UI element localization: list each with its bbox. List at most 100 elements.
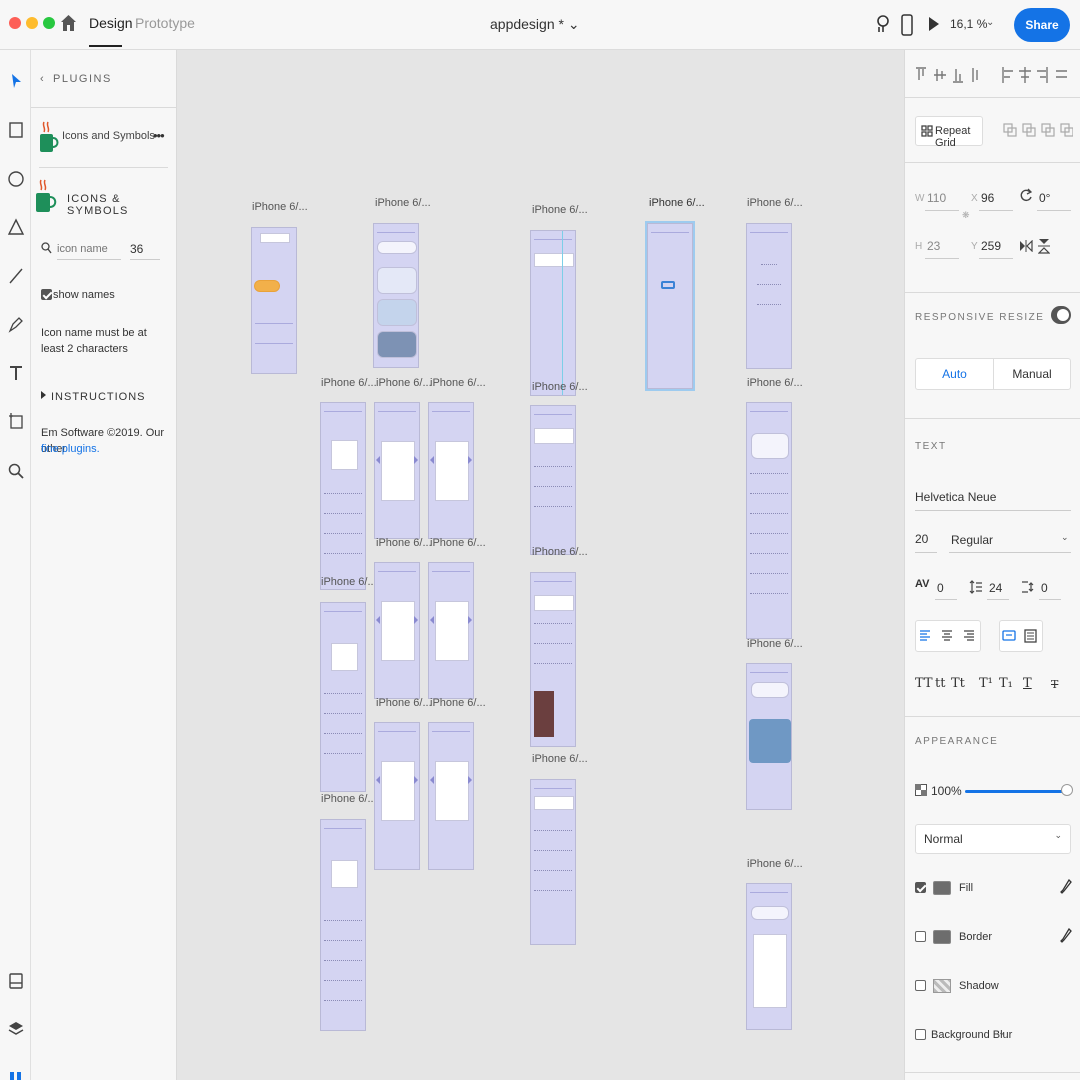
artboard[interactable] xyxy=(530,405,576,555)
artboard-label-selected[interactable]: iPhone 6/... xyxy=(649,197,705,209)
artboard-label[interactable]: iPhone 6/... xyxy=(532,381,588,393)
responsive-resize-toggle[interactable] xyxy=(1051,306,1071,324)
align-vertical-icons[interactable] xyxy=(915,66,985,84)
share-button[interactable]: Share xyxy=(1014,8,1070,42)
text-frame-icons[interactable] xyxy=(1002,629,1040,643)
artboard-label[interactable]: iPhone 6/... xyxy=(376,537,432,549)
width-field[interactable]: 110 xyxy=(927,191,946,205)
device-preview-icon[interactable] xyxy=(901,14,913,36)
artboard[interactable] xyxy=(320,402,366,590)
artboard[interactable] xyxy=(428,722,474,870)
text-align-icons[interactable] xyxy=(920,630,978,642)
font-weight-dropdown[interactable]: Regular xyxy=(951,533,993,547)
artboard-label[interactable]: iPhone 6/... xyxy=(430,377,486,389)
pen-tool-icon[interactable] xyxy=(7,315,25,333)
artboard[interactable] xyxy=(428,562,474,699)
artboard[interactable] xyxy=(374,722,420,870)
home-icon[interactable] xyxy=(60,14,77,32)
border-checkbox[interactable] xyxy=(915,931,926,942)
artboard[interactable] xyxy=(251,227,297,374)
artboard-label[interactable]: iPhone 6/... xyxy=(532,546,588,558)
artboard-label[interactable]: iPhone 6/... xyxy=(747,858,803,870)
fill-color-swatch[interactable] xyxy=(933,881,951,895)
opacity-slider-knob[interactable] xyxy=(1061,784,1073,796)
play-icon[interactable] xyxy=(928,16,940,32)
artboard-tool-icon[interactable] xyxy=(7,412,25,430)
rotation-field[interactable]: 0° xyxy=(1039,191,1050,205)
zoom-dropdown[interactable]: 16,1 % xyxy=(950,17,987,31)
ellipse-tool-icon[interactable] xyxy=(7,170,25,188)
eyedropper-icon[interactable] xyxy=(1060,879,1072,895)
auto-option[interactable]: Auto xyxy=(916,359,994,389)
artboard-label[interactable]: iPhone 6/... xyxy=(376,377,432,389)
chevron-down-icon[interactable]: ⌄ xyxy=(998,1027,1006,1038)
eyedropper-icon[interactable] xyxy=(1060,928,1072,944)
zoom-tool-icon[interactable] xyxy=(7,462,25,480)
artboard-label[interactable]: iPhone 6/... xyxy=(747,638,803,650)
artboard[interactable] xyxy=(374,562,420,699)
assets-icon[interactable] xyxy=(7,972,25,990)
artboard-label[interactable]: iPhone 6/... xyxy=(252,201,308,213)
minimize-window-button[interactable] xyxy=(26,17,38,29)
repeat-grid-button[interactable]: Repeat Grid xyxy=(915,116,983,149)
artboard[interactable] xyxy=(530,779,576,945)
icon-size-input[interactable] xyxy=(130,238,160,260)
shadow-checkbox[interactable] xyxy=(915,980,926,991)
artboard[interactable] xyxy=(320,819,366,1031)
fine-plugins-link[interactable]: fine plugins. xyxy=(41,441,100,457)
artboard[interactable] xyxy=(746,223,792,369)
artboard[interactable] xyxy=(746,402,792,639)
border-color-swatch[interactable] xyxy=(933,930,951,944)
char-spacing-field[interactable]: 0 xyxy=(937,581,944,595)
artboard-label[interactable]: iPhone 6/... xyxy=(747,197,803,209)
font-size-field[interactable]: 20 xyxy=(915,532,928,546)
flip-horizontal-icon[interactable] xyxy=(1019,240,1033,252)
underline-option[interactable]: T xyxy=(1023,676,1032,691)
manual-option[interactable]: Manual xyxy=(994,359,1070,389)
artboard[interactable] xyxy=(746,663,792,810)
artboard-label[interactable]: iPhone 6/... xyxy=(532,204,588,216)
disclosure-triangle-icon[interactable] xyxy=(41,391,46,399)
line-tool-icon[interactable] xyxy=(7,267,25,285)
layers-icon[interactable] xyxy=(7,1020,25,1038)
artboard-label[interactable]: iPhone 6/... xyxy=(375,197,431,209)
chevron-down-icon[interactable]: ⌄ xyxy=(1061,532,1069,543)
artboard-label[interactable]: iPhone 6/... xyxy=(532,753,588,765)
back-chevron-icon[interactable]: ‹ xyxy=(40,73,44,85)
plugins-icon[interactable] xyxy=(7,1066,25,1084)
y-field[interactable]: 259 xyxy=(981,239,1001,253)
artboard-label[interactable]: iPhone 6/... xyxy=(321,377,377,389)
x-field[interactable]: 96 xyxy=(981,191,994,205)
titlecase-option[interactable]: Tt xyxy=(951,676,965,691)
artboard[interactable] xyxy=(428,402,474,539)
font-family-dropdown[interactable]: Helvetica Neue xyxy=(915,490,996,504)
select-tool-icon[interactable] xyxy=(7,72,25,90)
opacity-slider-track[interactable] xyxy=(965,790,1069,793)
icon-name-input[interactable] xyxy=(57,238,121,260)
design-canvas[interactable]: iPhone 6/... iPhone 6/... iPhone 6/... i… xyxy=(177,50,904,1080)
instructions-toggle[interactable]: INSTRUCTIONS xyxy=(51,389,146,405)
fill-checkbox[interactable] xyxy=(915,882,926,893)
strikethrough-option[interactable]: T xyxy=(1051,678,1058,691)
height-field[interactable]: 23 xyxy=(927,239,940,253)
show-names-checkbox[interactable] xyxy=(41,289,52,300)
plugin-item-label[interactable]: Icons and Symbols xyxy=(62,130,155,142)
close-window-button[interactable] xyxy=(9,17,21,29)
chevron-down-icon[interactable]: ⌄ xyxy=(986,17,994,28)
flip-vertical-icon[interactable] xyxy=(1038,238,1050,254)
artboard[interactable] xyxy=(373,223,419,368)
artboard-label[interactable]: iPhone 6/... xyxy=(747,377,803,389)
artboard[interactable] xyxy=(320,602,366,792)
maximize-window-button[interactable] xyxy=(43,17,55,29)
opacity-field[interactable]: 100% xyxy=(931,784,962,798)
document-title-dropdown[interactable]: appdesign * ⌄ xyxy=(490,16,580,33)
artboard-selected[interactable] xyxy=(645,221,695,391)
background-blur-checkbox[interactable] xyxy=(915,1029,926,1040)
artboard-label[interactable]: iPhone 6/... xyxy=(376,697,432,709)
rectangle-tool-icon[interactable] xyxy=(7,121,25,139)
blend-mode-dropdown[interactable]: Normal ⌄ xyxy=(915,824,1071,854)
subscript-option[interactable]: T₁ xyxy=(999,676,1013,691)
play-person-icon[interactable] xyxy=(874,14,892,34)
line-spacing-field[interactable]: 24 xyxy=(989,581,1002,595)
artboard[interactable] xyxy=(530,230,576,396)
